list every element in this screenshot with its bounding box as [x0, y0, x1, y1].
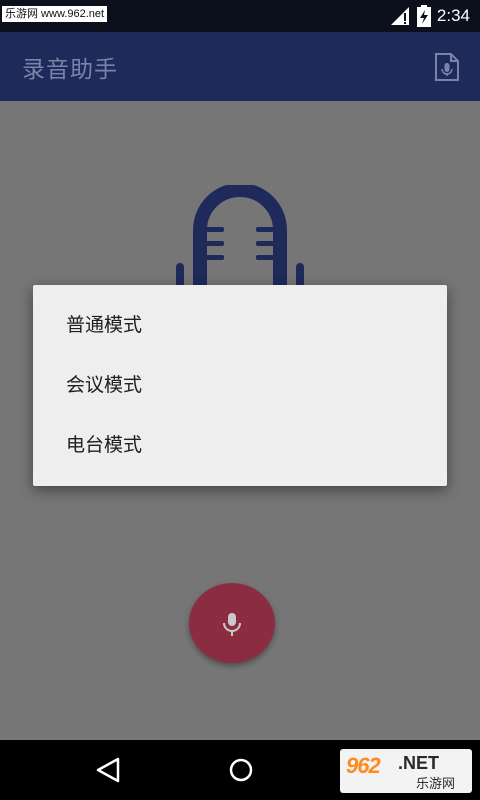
mic-icon	[223, 613, 241, 636]
app-bar: 录音助手	[0, 32, 480, 101]
watermark-number: 962	[346, 753, 381, 778]
watermark-cn: 乐游网	[416, 777, 456, 792]
mode-option-meeting[interactable]: 会议模式	[33, 355, 447, 415]
mode-option-normal[interactable]: 普通模式	[33, 295, 447, 355]
file-mic-icon[interactable]	[434, 52, 460, 82]
clock: 2:34	[436, 6, 470, 25]
back-icon[interactable]	[94, 756, 122, 784]
mode-option-radio[interactable]: 电台模式	[33, 415, 447, 475]
status-bar: 乐游网 www.962.net 2:34	[0, 0, 480, 32]
microphone-illustration-icon	[176, 185, 304, 289]
status-icons: 2:34	[390, 0, 470, 32]
record-button[interactable]	[189, 583, 275, 663]
watermark-net: .NET	[398, 753, 440, 773]
signal-icon	[390, 7, 409, 25]
app-title: 录音助手	[22, 57, 118, 83]
home-icon[interactable]	[227, 756, 255, 784]
watermark-label: 乐游网 www.962.net	[2, 6, 108, 22]
mode-select-dialog: 普通模式 会议模式 电台模式	[33, 285, 447, 486]
battery-charging-icon	[416, 5, 431, 27]
watermark-logo: 962 .NET 乐游网	[340, 749, 472, 793]
